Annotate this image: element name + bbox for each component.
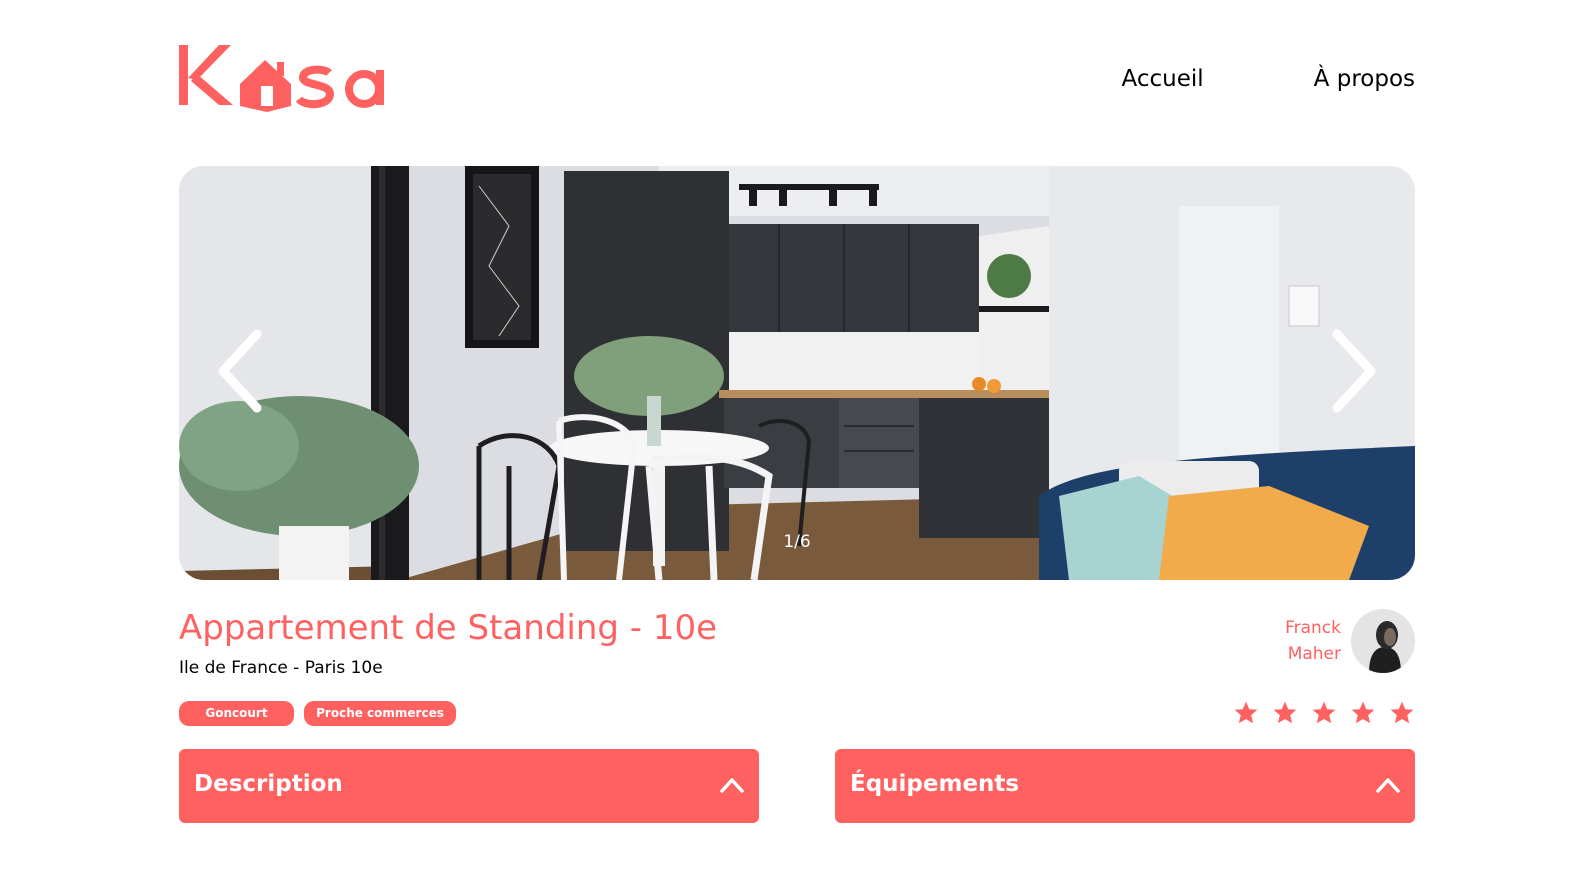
chevron-up-icon[interactable] [719,775,745,795]
photo-carousel: 1/6 [179,166,1415,580]
star-icon [1273,701,1297,724]
tag: Proche commerces [304,701,456,726]
tag-list: Goncourt Proche commerces [179,701,456,726]
listing-photo [179,166,1415,580]
chevron-right-icon[interactable] [1315,326,1385,416]
tag: Goncourt [179,701,294,726]
main-nav: Accueil À propos [1122,66,1415,92]
chevron-left-icon[interactable] [209,326,279,416]
photo-counter: 1/6 [783,532,811,552]
collapse-label: Description [194,771,343,797]
nav-link-accueil[interactable]: Accueil [1122,66,1204,92]
star-icon [1234,701,1258,724]
host-first-name: Franck [1285,618,1341,638]
listing-title: Appartement de Standing - 10e [179,608,718,648]
chevron-up-icon[interactable] [1375,775,1401,795]
header: Accueil À propos [179,40,1415,120]
host-last-name: Maher [1287,644,1341,664]
collapse-label: Équipements [850,771,1020,797]
kasa-logo[interactable] [179,40,394,116]
star-icon [1351,701,1375,724]
host-card: Franck Maher [1285,609,1415,673]
house-icon [240,60,291,112]
listing-location: Ile de France - Paris 10e [179,658,383,678]
star-icon [1390,701,1414,724]
nav-link-a-propos[interactable]: À propos [1314,66,1415,92]
host-name: Franck Maher [1285,615,1341,667]
star-icon [1312,701,1336,724]
equipements-collapse-button[interactable]: Équipements [835,749,1415,823]
description-collapse-button[interactable]: Description [179,749,759,823]
avatar [1351,609,1415,673]
rating-stars [1233,700,1415,726]
